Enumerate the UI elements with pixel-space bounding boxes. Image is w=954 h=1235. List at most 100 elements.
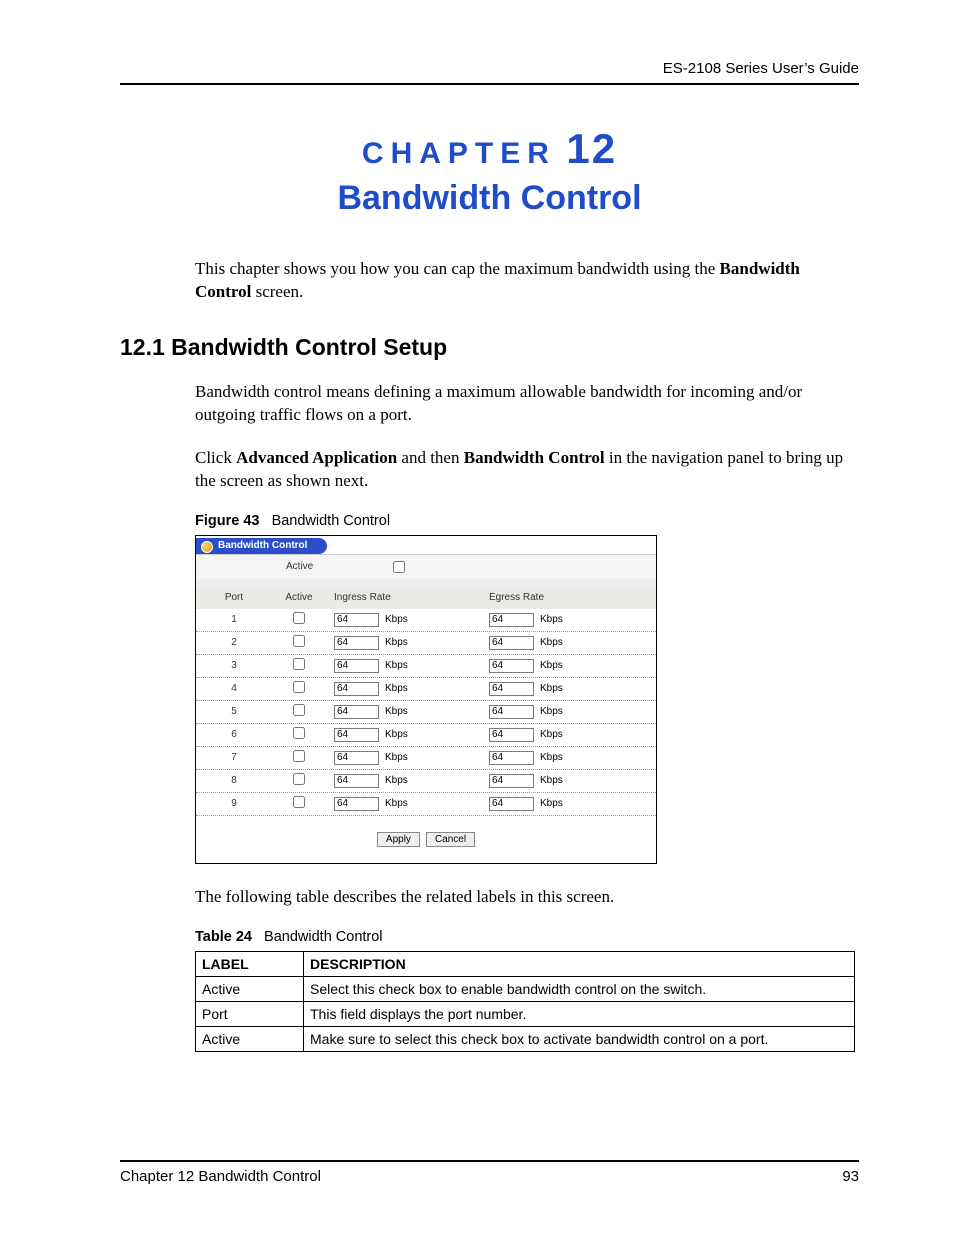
- port-row: 1 Kbps Kbps: [196, 609, 656, 632]
- port-row: 6 Kbps Kbps: [196, 724, 656, 747]
- unit-label: Kbps: [385, 614, 408, 625]
- ingress-rate-input[interactable]: [334, 613, 379, 627]
- doc-header: ES-2108 Series User’s Guide: [120, 60, 859, 85]
- port-number: 9: [204, 798, 264, 809]
- col-ingress: Ingress Rate: [334, 592, 489, 603]
- table-row: ActiveMake sure to select this check box…: [196, 1026, 855, 1051]
- port-active-checkbox[interactable]: [293, 681, 305, 693]
- egress-rate-input[interactable]: [489, 659, 534, 673]
- unit-label: Kbps: [385, 729, 408, 740]
- port-active-checkbox[interactable]: [293, 658, 305, 670]
- port-number: 3: [204, 660, 264, 671]
- tab-label: Bandwidth Control: [218, 540, 307, 551]
- page-footer: Chapter 12 Bandwidth Control 93: [120, 1160, 859, 1185]
- port-row: 9 Kbps Kbps: [196, 793, 656, 816]
- port-row: 2 Kbps Kbps: [196, 632, 656, 655]
- text-bold: Advanced Application: [236, 448, 397, 467]
- port-number: 6: [204, 729, 264, 740]
- table-caption: Table 24 Bandwidth Control: [195, 929, 859, 945]
- body-paragraph: The following table describes the relate…: [195, 886, 859, 909]
- global-active-checkbox[interactable]: [393, 561, 405, 573]
- port-row: 5 Kbps Kbps: [196, 701, 656, 724]
- cell-label: Active: [196, 976, 304, 1001]
- cell-label: Active: [196, 1026, 304, 1051]
- chapter-number: 12: [566, 125, 617, 172]
- unit-label: Kbps: [540, 706, 563, 717]
- unit-label: Kbps: [540, 775, 563, 786]
- text-bold: Bandwidth Control: [464, 448, 605, 467]
- port-active-checkbox[interactable]: [293, 796, 305, 808]
- unit-label: Kbps: [540, 729, 563, 740]
- th-description: DESCRIPTION: [304, 951, 855, 976]
- port-number: 1: [204, 614, 264, 625]
- text: screen.: [251, 282, 303, 301]
- figure-title: Bandwidth Control: [272, 513, 391, 529]
- section-heading: 12.1 Bandwidth Control Setup: [120, 334, 859, 361]
- port-active-checkbox[interactable]: [293, 612, 305, 624]
- cell-description: This field displays the port number.: [304, 1001, 855, 1026]
- port-number: 2: [204, 637, 264, 648]
- unit-label: Kbps: [385, 706, 408, 717]
- egress-rate-input[interactable]: [489, 613, 534, 627]
- unit-label: Kbps: [540, 683, 563, 694]
- ingress-rate-input[interactable]: [334, 682, 379, 696]
- global-active-label: Active: [286, 561, 313, 572]
- egress-rate-input[interactable]: [489, 728, 534, 742]
- port-number: 8: [204, 775, 264, 786]
- port-number: 7: [204, 752, 264, 763]
- tab-dot-icon: [201, 541, 213, 553]
- cell-description: Make sure to select this check box to ac…: [304, 1026, 855, 1051]
- unit-label: Kbps: [385, 775, 408, 786]
- egress-rate-input[interactable]: [489, 797, 534, 811]
- col-active: Active: [264, 592, 334, 603]
- port-active-checkbox[interactable]: [293, 704, 305, 716]
- unit-label: Kbps: [385, 660, 408, 671]
- unit-label: Kbps: [540, 637, 563, 648]
- chapter-eyebrow: CHAPTER: [362, 137, 556, 170]
- ingress-rate-input[interactable]: [334, 728, 379, 742]
- footer-page-number: 93: [842, 1168, 859, 1185]
- text: and then: [397, 448, 464, 467]
- unit-label: Kbps: [540, 798, 563, 809]
- egress-rate-input[interactable]: [489, 751, 534, 765]
- unit-label: Kbps: [385, 637, 408, 648]
- chapter-name: Bandwidth Control: [120, 179, 859, 218]
- table-row: ActiveSelect this check box to enable ba…: [196, 976, 855, 1001]
- egress-rate-input[interactable]: [489, 636, 534, 650]
- ingress-rate-input[interactable]: [334, 774, 379, 788]
- apply-button[interactable]: Apply: [377, 832, 420, 847]
- figure-caption: Figure 43 Bandwidth Control: [195, 513, 859, 529]
- port-row: 3 Kbps Kbps: [196, 655, 656, 678]
- unit-label: Kbps: [385, 752, 408, 763]
- port-active-checkbox[interactable]: [293, 773, 305, 785]
- unit-label: Kbps: [385, 798, 408, 809]
- unit-label: Kbps: [540, 614, 563, 625]
- figure-label: Figure 43: [195, 513, 259, 529]
- intro-paragraph: This chapter shows you how you can cap t…: [195, 258, 859, 304]
- egress-rate-input[interactable]: [489, 705, 534, 719]
- tab-bandwidth-control[interactable]: Bandwidth Control: [196, 538, 327, 554]
- port-active-checkbox[interactable]: [293, 635, 305, 647]
- ingress-rate-input[interactable]: [334, 659, 379, 673]
- unit-label: Kbps: [540, 660, 563, 671]
- col-egress: Egress Rate: [489, 592, 644, 603]
- cancel-button[interactable]: Cancel: [426, 832, 475, 847]
- ingress-rate-input[interactable]: [334, 751, 379, 765]
- text: Click: [195, 448, 236, 467]
- ingress-rate-input[interactable]: [334, 636, 379, 650]
- col-port: Port: [204, 592, 264, 603]
- table-title: Bandwidth Control: [264, 929, 383, 945]
- body-paragraph: Click Advanced Application and then Band…: [195, 447, 859, 493]
- port-number: 5: [204, 706, 264, 717]
- ingress-rate-input[interactable]: [334, 797, 379, 811]
- footer-left: Chapter 12 Bandwidth Control: [120, 1168, 321, 1185]
- egress-rate-input[interactable]: [489, 682, 534, 696]
- ingress-rate-input[interactable]: [334, 705, 379, 719]
- text: This chapter shows you how you can cap t…: [195, 259, 720, 278]
- table-label: Table 24: [195, 929, 252, 945]
- egress-rate-input[interactable]: [489, 774, 534, 788]
- port-active-checkbox[interactable]: [293, 750, 305, 762]
- table-row: PortThis field displays the port number.: [196, 1001, 855, 1026]
- port-active-checkbox[interactable]: [293, 727, 305, 739]
- port-number: 4: [204, 683, 264, 694]
